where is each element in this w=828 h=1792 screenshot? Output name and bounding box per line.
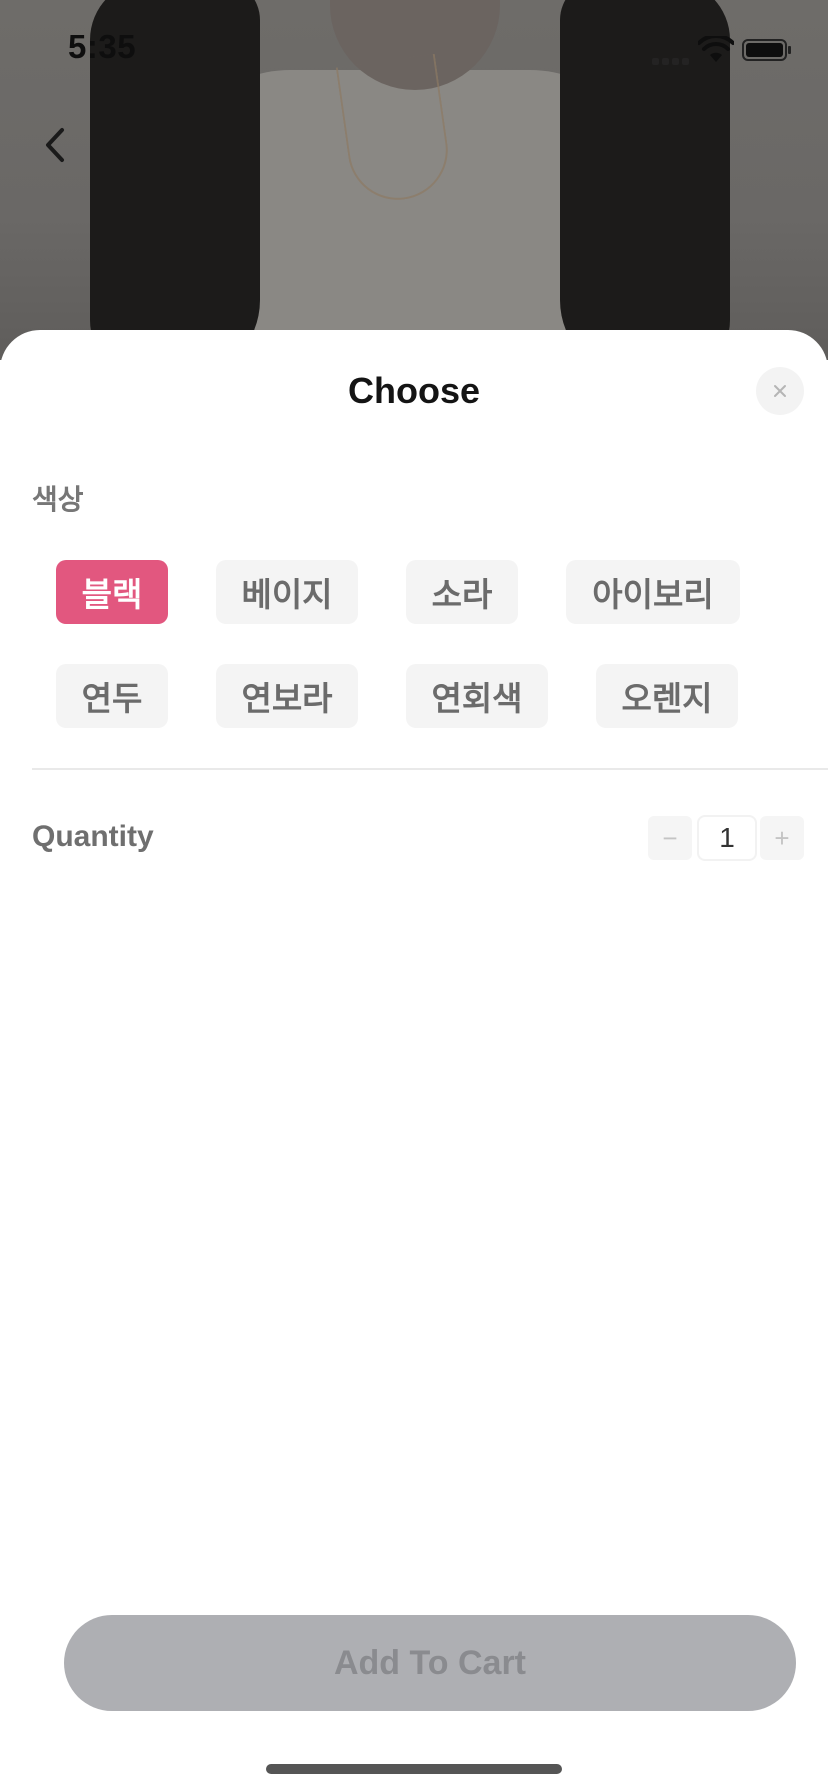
signal-icon (652, 52, 692, 65)
home-indicator (266, 1764, 562, 1774)
quantity-decrement-button[interactable]: − (648, 816, 692, 860)
status-time: 5:35 (68, 28, 137, 65)
color-option-light-gray[interactable]: 연회색 (406, 664, 548, 728)
color-option-sky[interactable]: 소라 (406, 560, 518, 624)
chevron-left-icon[interactable] (36, 120, 76, 170)
status-bar: 5:35 (0, 0, 828, 100)
color-option-light-green[interactable]: 연두 (56, 664, 168, 728)
sheet-title: Choose (347, 370, 480, 411)
color-option-light-purple[interactable]: 연보라 (216, 664, 358, 728)
color-option-ivory[interactable]: 아이보리 (566, 560, 740, 624)
options-bottom-sheet: Choose 색상 블랙 베이지 소라 아이보리 연두 연보라 연회색 오렌지 … (0, 330, 828, 1792)
wifi-icon (698, 36, 734, 62)
quantity-label: Quantity (32, 820, 154, 853)
quantity-value[interactable]: 1 (697, 815, 757, 861)
add-to-cart-button[interactable]: Add To Cart (64, 1615, 796, 1711)
divider (32, 768, 828, 770)
battery-icon (742, 39, 791, 61)
quantity-increment-button[interactable]: + (760, 816, 804, 860)
color-section-label: 색상 (32, 484, 84, 515)
close-button[interactable] (756, 367, 804, 415)
color-option-orange[interactable]: 오렌지 (596, 664, 738, 728)
color-option-black[interactable]: 블랙 (56, 560, 168, 624)
close-icon (774, 385, 786, 397)
color-option-beige[interactable]: 베이지 (216, 560, 358, 624)
